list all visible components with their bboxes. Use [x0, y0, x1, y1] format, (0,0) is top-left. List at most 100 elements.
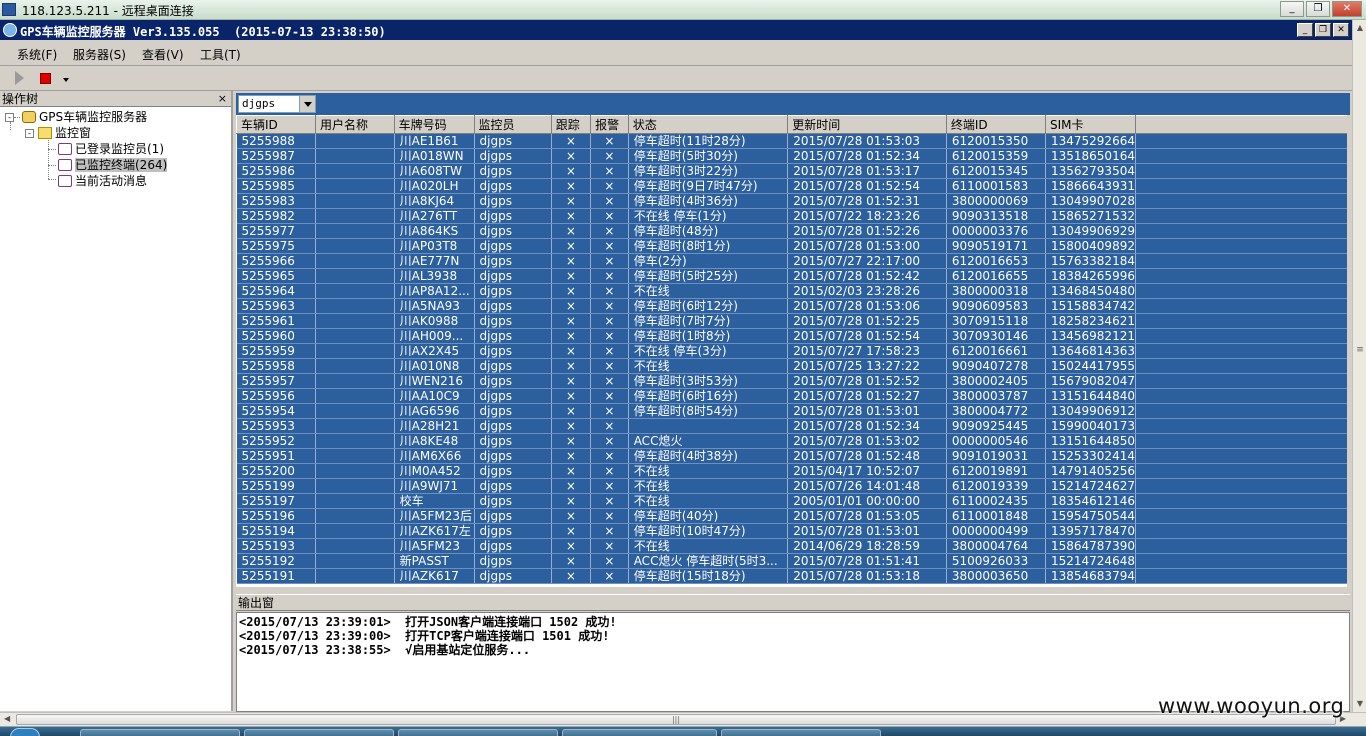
menu-system[interactable]: 系统(F): [17, 46, 57, 63]
remote-desktop-icon: [2, 3, 16, 16]
scroll-thumb[interactable]: |||: [16, 714, 1336, 725]
table-row[interactable]: 5255975 川AP03T8 djgps × × 停车超时(8时1分) 2015/07/2…: [236, 238, 1347, 254]
table-cell: ×: [551, 133, 592, 149]
table-row[interactable]: 5255191 川AZK617 djgps × × 停车超时(15时18分) 2015/07…: [236, 568, 1347, 584]
table-row[interactable]: 5255961 川AK0988 djgps × × 停车超时(7时7分) 2015/07/2…: [236, 313, 1347, 329]
table-cell: 川AZK617左: [394, 523, 475, 539]
table-row[interactable]: 5255977 川A864KS djgps × × 停车超时(48分) 2015/07/28…: [236, 223, 1347, 239]
table-cell: ×: [590, 433, 629, 449]
scroll-down-icon[interactable]: ▼: [1354, 698, 1366, 710]
app-restore-button[interactable]: ❐: [1315, 23, 1331, 37]
table-row[interactable]: 5255193 川A5FM23 djgps × × 不在线 2014/06/29 18:28…: [236, 538, 1347, 554]
taskbar-button[interactable]: [721, 729, 881, 736]
table-row[interactable]: 5255957 川WEN216 djgps × × 停车超时(3时53分) 2015/07/…: [236, 373, 1347, 389]
table-cell-filler: [1135, 148, 1347, 164]
table-cell: ×: [551, 523, 592, 539]
monitor-filter-select[interactable]: djgps: [238, 95, 316, 113]
taskbar-button[interactable]: [80, 729, 240, 736]
column-header[interactable]: 终端ID: [945, 115, 1046, 134]
table-cell: 15865271532: [1045, 208, 1136, 224]
table-row[interactable]: 5255966 川AE777N djgps × × 停车(2分) 2015/07/27 22…: [236, 253, 1347, 269]
taskbar-button[interactable]: [244, 729, 394, 736]
table-cell: 5255988: [236, 133, 316, 149]
table-row[interactable]: 5255985 川A020LH djgps × × 停车超时(9日7时47分) 2015/0…: [236, 178, 1347, 194]
table-cell: 不在线 停车(3分): [628, 343, 789, 359]
table-row[interactable]: 5255982 川A276TT djgps × × 不在线 停车(1分) 2015/07/2…: [236, 208, 1347, 224]
table-row[interactable]: 5255988 川AE1B61 djgps × × 停车超时(11时28分) 2015/07…: [236, 133, 1347, 149]
table-cell: 3800000318: [946, 283, 1046, 299]
menu-view[interactable]: 查看(V): [142, 46, 184, 63]
play-icon[interactable]: [15, 71, 24, 85]
table-cell-filler: [1135, 208, 1347, 224]
app-close-button[interactable]: ✕: [1333, 23, 1349, 37]
table-cell: 川A9WJ71: [394, 478, 475, 494]
table-row[interactable]: 5255965 川AL3938 djgps × × 停车超时(5时25分) 2015/07/…: [236, 268, 1347, 284]
column-header[interactable]: 监控员: [473, 115, 552, 134]
table-row[interactable]: 5255196 川A5FM23后 djgps × × 停车超时(40分) 2015/07/2…: [236, 508, 1347, 524]
stop-icon[interactable]: [40, 73, 51, 84]
menu-tools[interactable]: 工具(T): [200, 46, 241, 63]
table-row[interactable]: 5255194 川AZK617左 djgps × × 停车超时(10时47分) 2015/0…: [236, 523, 1347, 539]
tree-node-root[interactable]: GPS车辆监控服务器: [22, 109, 147, 125]
scroll-thumb[interactable]: ≡: [1355, 343, 1365, 357]
column-header[interactable]: 车辆ID: [236, 115, 316, 134]
tree-collapse-folder[interactable]: -: [25, 129, 34, 138]
column-header[interactable]: 跟踪: [550, 115, 592, 134]
table-cell: [315, 463, 395, 479]
taskbar-button[interactable]: [398, 729, 558, 736]
table-cell: 15864787390: [1045, 538, 1136, 554]
table-row[interactable]: 5255986 川A608TW djgps × × 停车超时(3时22分) 2015/07/…: [236, 163, 1347, 179]
column-header[interactable]: 车牌号码: [393, 115, 475, 134]
table-row[interactable]: 5255963 川A5NA93 djgps × × 停车超时(6时12分) 2015/07/…: [236, 298, 1347, 314]
app-minimize-button[interactable]: _: [1297, 23, 1313, 37]
column-header[interactable]: 报警: [590, 115, 629, 134]
table-row[interactable]: 5255956 川AA10C9 djgps × × 停车超时(6时16分) 2015/07/…: [236, 388, 1347, 404]
table-row[interactable]: 5255958 川A010N8 djgps × × 不在线 2015/07/25 13:27…: [236, 358, 1347, 374]
close-button[interactable]: ✕: [1332, 1, 1362, 17]
table-row[interactable]: 5255960 川AH009... djgps × × 停车超时(1时8分) 2015/07…: [236, 328, 1347, 344]
table-cell-filler: [1135, 568, 1347, 584]
taskbar-button[interactable]: [562, 729, 717, 736]
minimize-button[interactable]: _: [1280, 1, 1304, 17]
table-row[interactable]: 5255983 川A8KJ64 djgps × × 停车超时(4时36分) 2015/07/…: [236, 193, 1347, 209]
tree-node-monitor-window[interactable]: 监控窗: [38, 125, 91, 141]
table-cell: 川A5FM23: [394, 538, 475, 554]
table-row[interactable]: 5255951 川AM6X66 djgps × × 停车超时(4时38分) 2015/07/…: [236, 448, 1347, 464]
column-header[interactable]: 更新时间: [787, 115, 947, 134]
table-row[interactable]: 5255964 川AP8A12... djgps × × 不在线 2015/02/03 23…: [236, 283, 1347, 299]
table-cell: 不在线: [628, 283, 789, 299]
column-header[interactable]: SIM卡: [1044, 115, 1136, 134]
table-cell: ×: [551, 463, 592, 479]
tree-item-logged-in-monitors[interactable]: 已登录监控员(1): [58, 141, 164, 157]
table-row[interactable]: 5255199 川A9WJ71 djgps × × 不在线 2015/07/26 14:01…: [236, 478, 1347, 494]
restore-button[interactable]: ❐: [1306, 1, 1330, 17]
tree-collapse-root[interactable]: -: [5, 113, 14, 122]
table-row[interactable]: 5255200 川M0A452 djgps × × 不在线 2015/04/17 10:52…: [236, 463, 1347, 479]
vertical-scrollbar[interactable]: ▲ ≡ ▼: [1352, 20, 1366, 712]
grid-scrollbar[interactable]: [1347, 115, 1350, 587]
table-row[interactable]: 5255952 川A8KE48 djgps × × ACC熄火 2015/07/28 01:…: [236, 433, 1347, 449]
tree-item-monitored-terminals[interactable]: 已监控终端(264): [58, 157, 168, 173]
menu-server[interactable]: 服务器(S): [73, 46, 126, 63]
table-row[interactable]: 5255192 新PASST djgps × × ACC熄火 停车超时(5时3... 201…: [236, 553, 1347, 569]
scroll-left-icon[interactable]: ◀: [4, 714, 10, 723]
column-header[interactable]: 状态: [627, 115, 789, 134]
tree-item-active-messages[interactable]: 当前活动消息: [58, 173, 147, 189]
table-cell: 6120016661: [946, 343, 1046, 359]
table-cell: [628, 418, 789, 434]
chevron-down-icon[interactable]: [299, 96, 315, 112]
table-row[interactable]: 5255987 川A018WN djgps × × 停车超时(5时30分) 2015/07/…: [236, 148, 1347, 164]
close-icon[interactable]: ×: [218, 91, 227, 107]
table-cell: djgps: [474, 538, 552, 554]
table-row[interactable]: 5255959 川AX2X45 djgps × × 不在线 停车(3分) 2015/07/2…: [236, 343, 1347, 359]
table-cell: ×: [551, 373, 592, 389]
table-row[interactable]: 5255953 川A28H21 djgps × × 2015/07/28 01:52:34…: [236, 418, 1347, 434]
table-cell: 2015/07/28 01:52:42: [787, 268, 947, 284]
table-row[interactable]: 5255954 川AG6596 djgps × × 停车超时(8时54分) 2015/07/…: [236, 403, 1347, 419]
scroll-up-icon[interactable]: ▲: [1354, 22, 1366, 34]
column-header[interactable]: 用户名称: [314, 115, 395, 134]
chevron-down-icon[interactable]: [63, 78, 69, 82]
start-button[interactable]: [10, 728, 40, 736]
table-row[interactable]: 5255197 校车 djgps × × 不在线 2005/01/01 00:00:00 61…: [236, 493, 1347, 509]
terminal-grid[interactable]: 车辆ID 用户名称 车牌号码 监控员 跟踪 报警 状态 更新时间 终端ID SIM卡 525598…: [236, 115, 1347, 587]
